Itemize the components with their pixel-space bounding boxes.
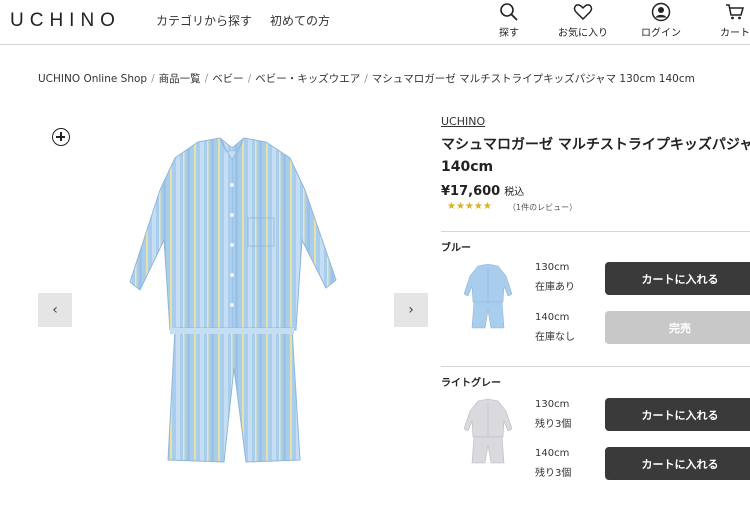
divider <box>441 231 750 232</box>
header-cart[interactable]: カート <box>705 2 750 39</box>
nav-first-time[interactable]: 初めての方 <box>270 12 330 29</box>
variant-stock: 残り3個 <box>535 468 572 479</box>
heart-icon <box>573 4 593 21</box>
breadcrumb-products[interactable]: 商品一覧 <box>159 73 201 85</box>
favorites-label: お気に入り <box>558 28 608 39</box>
search-icon <box>500 3 518 21</box>
product-title-line2: 140cm <box>441 159 494 175</box>
price-value: ¥17,600 <box>441 184 501 199</box>
variant-stock: 残り3個 <box>535 419 572 430</box>
variant-blue-140: 140cm 在庫なし <box>535 308 575 348</box>
user-icon <box>651 2 671 22</box>
carousel-next-button[interactable]: › <box>394 293 428 327</box>
variant-lightgrey-140: 140cm 残り3個 <box>535 444 571 484</box>
rating-stars: ★★★★★ <box>447 201 492 212</box>
site-logo[interactable]: UCHINO <box>10 10 121 32</box>
add-to-cart-button-blue-130[interactable]: カートに入れる <box>605 262 750 295</box>
variant-blue-130: 130cm 在庫あり <box>535 258 575 298</box>
login-label: ログイン <box>641 28 681 39</box>
carousel-prev-button[interactable]: ‹ <box>38 293 72 327</box>
nav-category[interactable]: カテゴリから探す <box>156 12 252 29</box>
color-name-lightgrey: ライトグレー <box>441 378 501 389</box>
product-image <box>129 137 337 463</box>
sold-out-button-blue-140: 完売 <box>605 311 750 344</box>
breadcrumb-baby[interactable]: ベビー <box>212 73 244 85</box>
breadcrumb-home[interactable]: UCHINO Online Shop <box>38 73 147 85</box>
breadcrumb-babywear[interactable]: ベビー・キッズウエア <box>255 73 360 85</box>
add-to-cart-button-lightgrey-130[interactable]: カートに入れる <box>605 398 750 431</box>
header-search[interactable]: 探す <box>479 2 539 39</box>
divider <box>441 366 750 367</box>
breadcrumb-current: マシュマロガーゼ マルチストライプキッズパジャマ 130cm 140cm <box>371 73 695 85</box>
product-title: マシュマロガーゼ マルチストライプキッズパジャマ 140cm <box>441 134 750 178</box>
variant-size: 140cm <box>535 448 570 459</box>
variant-lightgrey-130: 130cm 残り3個 <box>535 395 571 435</box>
product-price: ¥17,600 税込 <box>441 183 524 199</box>
variant-stock: 在庫なし <box>535 332 575 343</box>
product-brand-link[interactable]: UCHINO <box>441 115 485 128</box>
header-favorites[interactable]: お気に入り <box>553 2 613 39</box>
add-to-cart-button-lightgrey-140[interactable]: カートに入れる <box>605 447 750 480</box>
header-login[interactable]: ログイン <box>631 2 691 39</box>
cart-label: カート <box>720 28 750 39</box>
site-header: UCHINO カテゴリから探す 初めての方 探す お気に入り ログイン カート <box>0 0 750 45</box>
review-count-link[interactable]: （1件のレビュー） <box>508 202 577 213</box>
product-title-line1: マシュマロガーゼ マルチストライプキッズパジャマ <box>441 137 750 153</box>
variant-size: 140cm <box>535 312 570 323</box>
variant-size: 130cm <box>535 399 570 410</box>
search-label: 探す <box>499 28 519 39</box>
thumbnail-blue <box>463 263 513 329</box>
variant-size: 130cm <box>535 262 570 273</box>
price-tax-label: 税込 <box>504 187 525 198</box>
variant-stock: 在庫あり <box>535 282 575 293</box>
zoom-icon[interactable] <box>52 128 70 146</box>
thumbnail-lightgrey <box>463 398 513 464</box>
color-name-blue: ブルー <box>441 243 471 254</box>
breadcrumb: UCHINO Online Shop / 商品一覧 / ベビー / ベビー・キッズウエア / マ… <box>38 73 695 85</box>
cart-icon <box>726 4 744 20</box>
